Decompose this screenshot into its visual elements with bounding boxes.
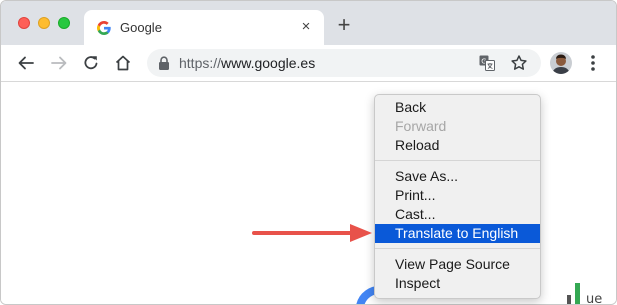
menu-item-forward[interactable]: Forward — [375, 117, 540, 136]
tab-title: Google — [120, 20, 162, 35]
lock-icon[interactable] — [158, 56, 170, 70]
url-scheme: https:// — [179, 55, 222, 71]
menu-item-inspect[interactable]: Inspect — [375, 274, 540, 293]
google-favicon — [97, 21, 111, 35]
menu-item-translate[interactable]: Translate to English — [375, 224, 540, 243]
minimize-window-button[interactable] — [38, 17, 50, 29]
menu-item-reload[interactable]: Reload — [375, 136, 540, 155]
url-text[interactable]: https://www.google.es — [179, 55, 315, 71]
context-menu: Back Forward Reload Save As... Print... … — [374, 94, 541, 299]
svg-text:ue: ue — [586, 292, 602, 305]
menu-item-print[interactable]: Print... — [375, 186, 540, 205]
menu-separator — [375, 248, 540, 249]
menu-item-save-as[interactable]: Save As... — [375, 167, 540, 186]
tab-close-icon[interactable]: × — [298, 19, 314, 35]
menu-item-cast[interactable]: Cast... — [375, 205, 540, 224]
zoom-window-button[interactable] — [58, 17, 70, 29]
new-tab-button[interactable]: + — [334, 14, 354, 36]
menu-separator — [375, 160, 540, 161]
google-logo-fragment-right: ue — [567, 283, 602, 305]
home-icon[interactable] — [113, 53, 133, 73]
menu-item-view-source[interactable]: View Page Source — [375, 255, 540, 274]
star-icon[interactable] — [510, 54, 528, 72]
address-bar[interactable]: https://www.google.es G — [147, 49, 541, 77]
translate-icon[interactable]: G — [479, 55, 495, 71]
reload-icon[interactable] — [81, 53, 101, 73]
toolbar: https://www.google.es G — [1, 45, 616, 82]
annotation-arrow — [252, 224, 372, 242]
url-host: www.google.es — [221, 55, 316, 71]
avatar[interactable] — [550, 52, 572, 74]
back-arrow-icon[interactable] — [16, 53, 36, 73]
tab-strip: Google × + — [1, 1, 616, 46]
tab-google[interactable]: Google × — [84, 10, 324, 46]
close-window-button[interactable] — [18, 17, 30, 29]
menu-item-back[interactable]: Back — [375, 98, 540, 117]
forward-arrow-icon[interactable] — [49, 53, 69, 73]
more-vert-icon[interactable] — [585, 53, 601, 73]
